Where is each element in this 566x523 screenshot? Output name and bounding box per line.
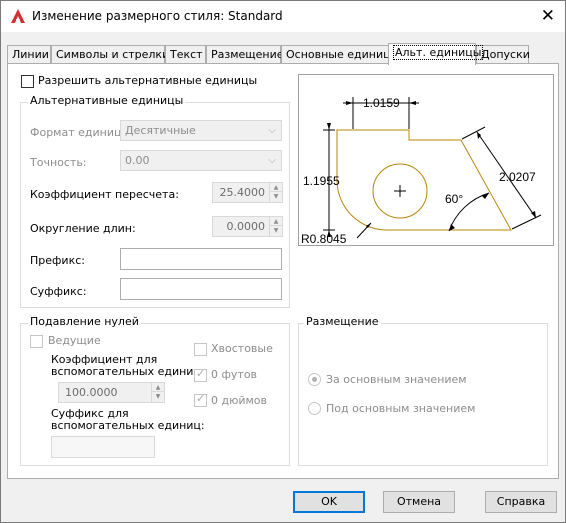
spin-up-icon[interactable]: ▲ (270, 183, 282, 192)
dim-top-label: 1.0159 (363, 96, 400, 110)
dialog-window: Изменение размерного стиля: Standard ✕ Л… (0, 0, 566, 523)
after-primary-radio[interactable] (308, 373, 321, 386)
spin-down-icon[interactable]: ▼ (270, 226, 282, 235)
spin-up-icon[interactable]: ▲ (270, 217, 282, 226)
title-bar: Изменение размерного стиля: Standard ✕ (1, 1, 565, 32)
alternate-units-group-title: Альтернативные единицы (28, 94, 186, 107)
close-button[interactable]: ✕ (541, 6, 555, 26)
tab-tolerances[interactable]: Допуски (476, 45, 530, 64)
round-distances-input[interactable]: 0.0000 (212, 216, 270, 237)
ok-button[interactable]: OK (293, 491, 365, 513)
tab-primary-units[interactable]: Основные единицы (281, 45, 399, 64)
leading-label: Ведущие (48, 334, 101, 347)
suffix-label: Суффикс: (30, 285, 87, 298)
tab-text[interactable]: Текст (165, 45, 206, 64)
tab-lines[interactable]: Линии (7, 45, 51, 64)
preview-canvas: 1.0159 1.1955 2.0207 60° R0.8045 (298, 74, 554, 246)
tab-alternate-units-label: Альт. единицы (393, 45, 484, 60)
subunit-factor-label-line2: вспомогательных единиц: (51, 365, 205, 378)
subunit-suffix-input[interactable] (51, 436, 155, 458)
round-distances-spinner[interactable]: ▲ ▼ (269, 216, 283, 237)
trailing-label: Хвостовые (211, 342, 273, 355)
subunit-factor-input[interactable]: 100.0000 (58, 382, 152, 403)
dim-right-label: 2.0207 (499, 170, 536, 184)
suffix-input[interactable] (120, 278, 282, 300)
trailing-checkbox[interactable] (194, 343, 207, 356)
subunit-factor-spinner[interactable]: ▲ ▼ (151, 382, 165, 403)
scale-factor-spinner[interactable]: ▲ ▼ (269, 182, 283, 203)
dim-radius-label: R0.8045 (301, 232, 347, 245)
zero-feet-label: 0 футов (211, 368, 258, 381)
zero-inches-label: 0 дюймов (211, 394, 268, 407)
spin-down-icon[interactable]: ▼ (152, 392, 164, 401)
part-outline (336, 129, 512, 231)
zero-feet-checkbox[interactable] (194, 367, 207, 382)
dim-left-label: 1.1955 (303, 174, 340, 188)
chevron-down-icon: ⌵ (268, 125, 276, 136)
autocad-logo-icon (11, 9, 25, 23)
zero-suppression-group-title: Подавление нулей (28, 315, 141, 328)
zero-inches-checkbox[interactable] (194, 392, 207, 407)
precision-label: Точность: (30, 156, 87, 169)
placement-group-title: Размещение (304, 315, 381, 328)
unit-format-select[interactable]: Десятичные ⌵ (120, 120, 282, 141)
unit-format-label: Формат единиц: (30, 126, 126, 139)
preview-drawing: 1.0159 1.1955 2.0207 60° R0.8045 (301, 96, 542, 246)
placement-group (298, 323, 548, 466)
prefix-input[interactable] (120, 248, 282, 270)
spin-up-icon[interactable]: ▲ (152, 383, 164, 392)
precision-select[interactable]: 0.00 ⌵ (120, 150, 282, 171)
scale-factor-label: Коэффициент пересчета: (30, 188, 179, 201)
scale-factor-input[interactable]: 25.4000 (212, 182, 270, 203)
cancel-button[interactable]: Отмена (383, 491, 455, 513)
chevron-down-icon: ⌵ (268, 155, 276, 166)
prefix-label: Префикс: (30, 254, 85, 267)
below-primary-label: Под основным значением (326, 402, 476, 415)
tab-alternate-units[interactable]: Альт. единицы (388, 43, 484, 65)
after-primary-label: За основным значением (326, 373, 467, 386)
dim-angle-label: 60° (445, 192, 463, 206)
unit-format-value: Десятичные (125, 124, 196, 137)
enable-alternate-units-label: Разрешить альтернативные единицы (38, 74, 258, 87)
spin-down-icon[interactable]: ▼ (270, 192, 282, 201)
tab-fit[interactable]: Размещение (206, 45, 284, 64)
help-button[interactable]: Справка (485, 491, 557, 513)
leading-checkbox[interactable] (30, 335, 43, 348)
precision-value: 0.00 (125, 154, 150, 167)
alternate-units-panel: Разрешить альтернативные единицы Альтерн… (7, 63, 559, 479)
window-title: Изменение размерного стиля: Standard (32, 9, 283, 23)
round-distances-label: Округление длин: (30, 222, 136, 235)
below-primary-radio[interactable] (308, 402, 321, 415)
tab-symbols-arrows[interactable]: Символы и стрелки (51, 45, 169, 64)
enable-alternate-units-checkbox[interactable] (21, 75, 34, 88)
subunit-suffix-label-line2: вспомогательных единиц: (51, 419, 205, 432)
